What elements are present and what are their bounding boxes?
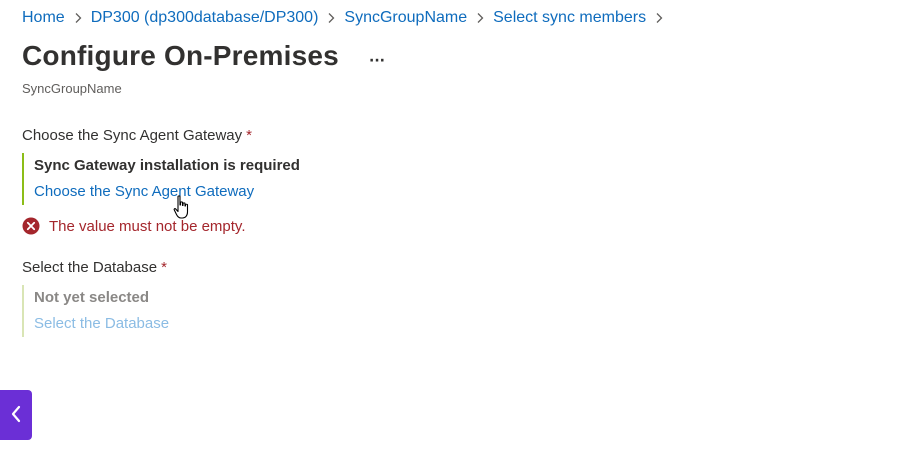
database-selector: Not yet selected Select the Database (22, 285, 169, 337)
breadcrumb-sync-group[interactable]: SyncGroupName (344, 9, 467, 27)
chevron-right-icon (318, 12, 344, 24)
chevron-left-icon (10, 405, 22, 426)
database-label-text: Select the Database (22, 259, 158, 276)
gateway-label-text: Choose the Sync Agent Gateway (22, 127, 243, 144)
error-circle-icon (22, 217, 40, 235)
chevron-right-icon (65, 12, 91, 24)
page-subtitle: SyncGroupName (22, 81, 122, 96)
breadcrumb: Home DP300 (dp300database/DP300) SyncGro… (22, 9, 672, 27)
choose-gateway-link[interactable]: Choose the Sync Agent Gateway (34, 179, 254, 205)
gateway-status: Sync Gateway installation is required (34, 157, 300, 174)
gateway-selector: Sync Gateway installation is required Ch… (22, 153, 300, 205)
collapse-panel-button[interactable] (0, 390, 32, 440)
database-field-label: Select the Database * (22, 259, 167, 276)
error-text: The value must not be empty. (49, 217, 246, 235)
select-database-link[interactable]: Select the Database (34, 311, 169, 337)
chevron-right-icon (646, 12, 672, 24)
gateway-error-message: The value must not be empty. (22, 217, 246, 235)
database-status: Not yet selected (34, 289, 150, 306)
chevron-right-icon (467, 12, 493, 24)
required-asterisk: * (246, 127, 252, 144)
breadcrumb-dp300[interactable]: DP300 (dp300database/DP300) (91, 9, 319, 27)
breadcrumb-select-sync-members[interactable]: Select sync members (493, 9, 646, 27)
required-asterisk: * (161, 259, 167, 276)
gateway-field-label: Choose the Sync Agent Gateway * (22, 127, 252, 144)
breadcrumb-home[interactable]: Home (22, 9, 65, 27)
page-title: Configure On-Premises (22, 40, 339, 71)
more-options-button[interactable]: ··· (364, 50, 390, 72)
